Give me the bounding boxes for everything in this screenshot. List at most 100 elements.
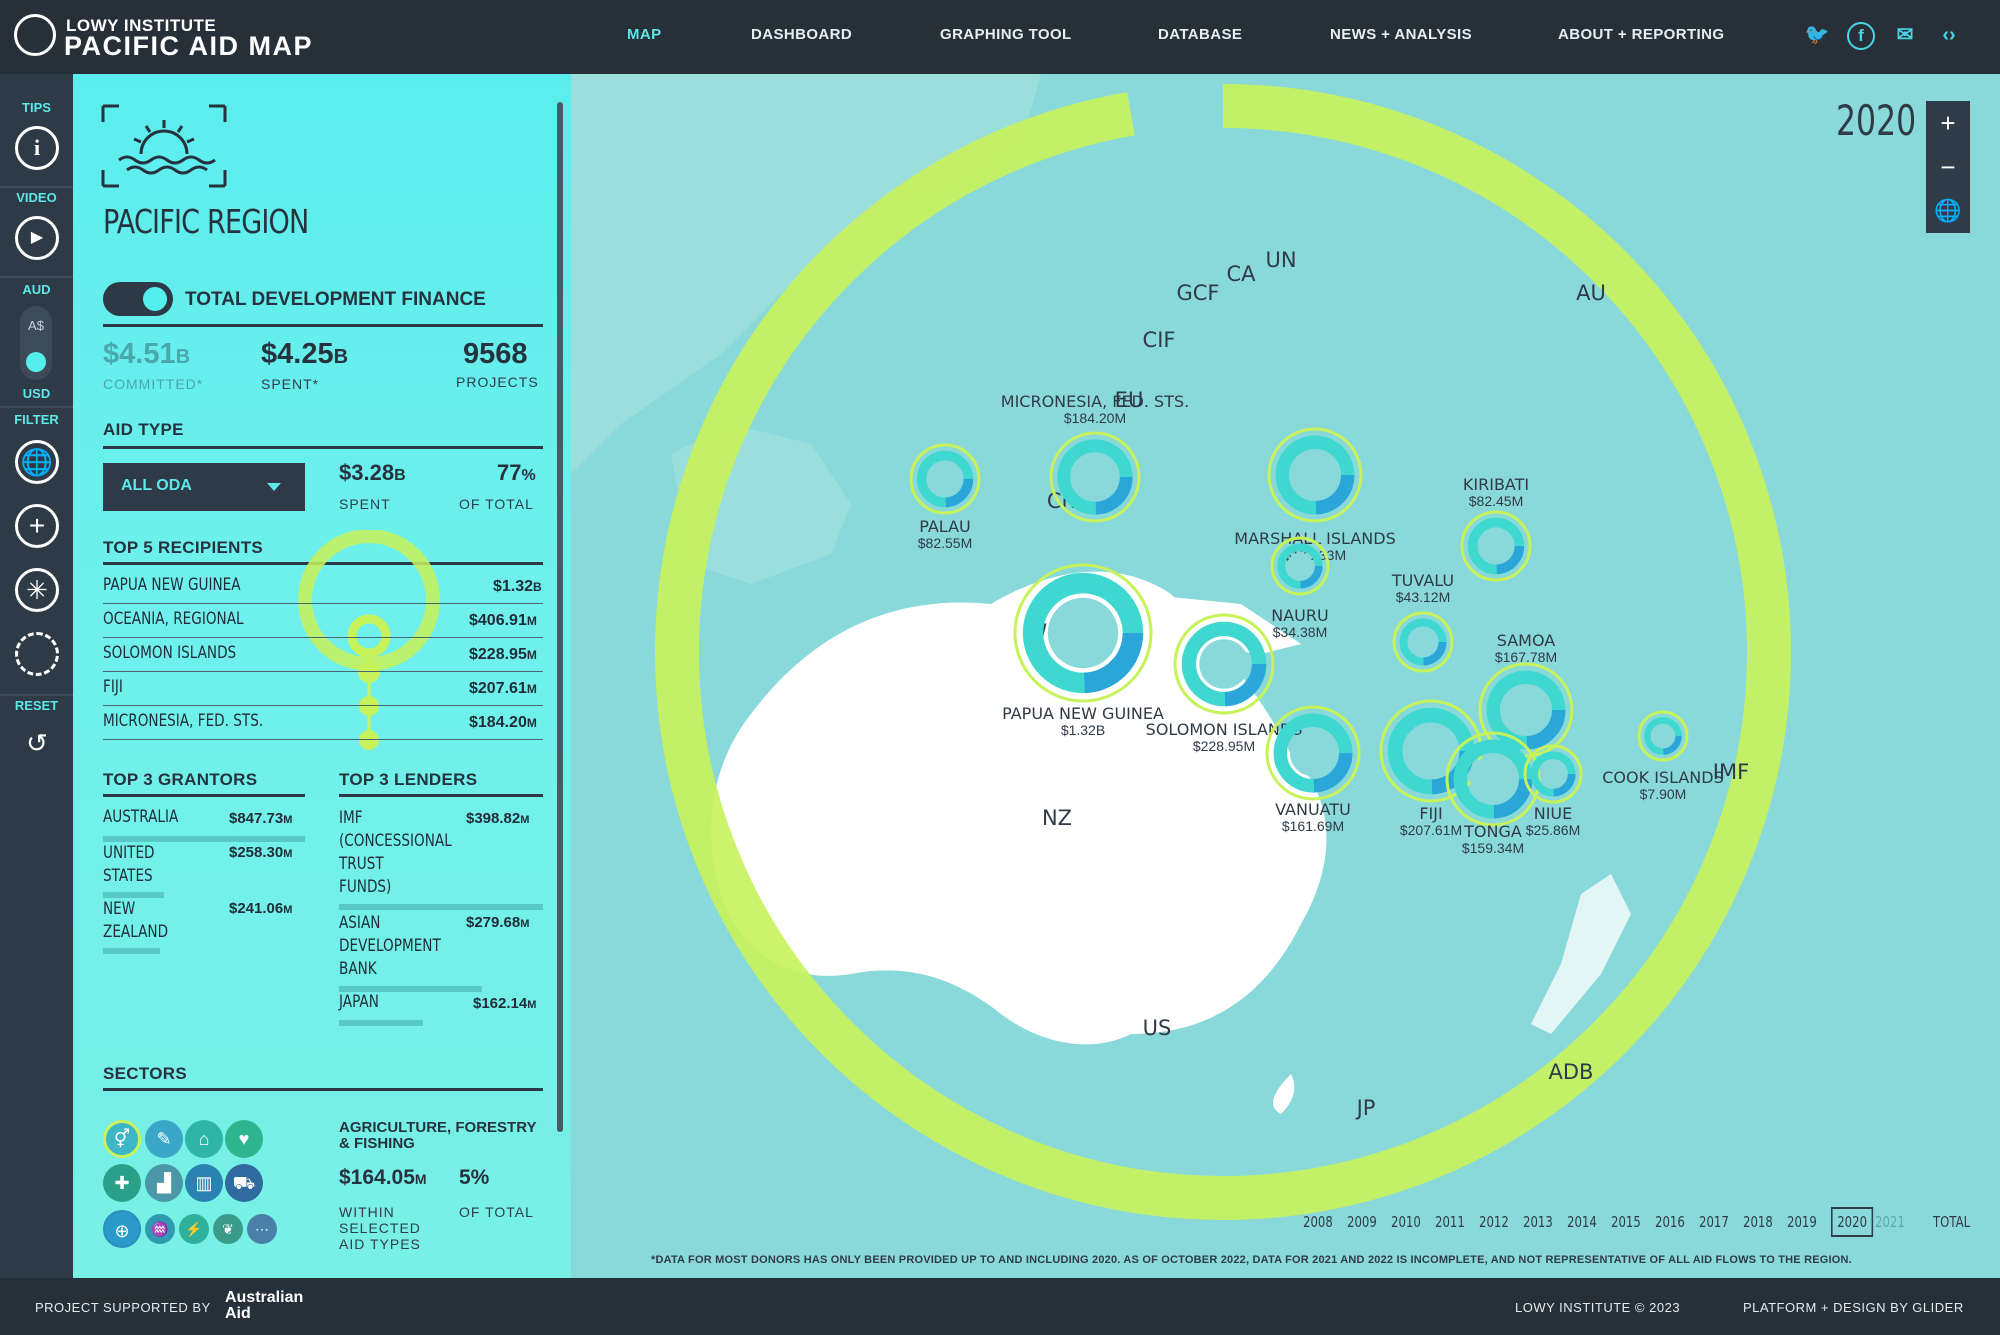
donor-label-us[interactable]: US xyxy=(1143,1016,1172,1040)
year-option-2019[interactable]: 2019 xyxy=(1787,1213,1817,1231)
lender-name[interactable]: IMF (CONCESSIONAL TRUST FUNDS) xyxy=(339,807,452,899)
year-option-2020[interactable]: 2020 xyxy=(1831,1207,1874,1237)
facebook-icon[interactable]: f xyxy=(1847,22,1875,50)
currency-toggle-knob xyxy=(26,352,46,372)
add-filter-icon[interactable]: + xyxy=(15,504,59,548)
donor-label-au[interactable]: AU xyxy=(1576,281,1606,305)
play-icon[interactable]: ▶ xyxy=(15,216,59,260)
nav-graphing-tool[interactable]: GRAPHING TOOL xyxy=(940,26,1072,43)
recipient-bubble[interactable]: KIRIBATI$82.45M xyxy=(1460,475,1532,582)
embed-code-icon[interactable]: ‹› xyxy=(1935,22,1963,50)
year-option-2014[interactable]: 2014 xyxy=(1567,1213,1597,1231)
year-option-2012[interactable]: 2012 xyxy=(1479,1213,1509,1231)
nav-map[interactable]: MAP xyxy=(627,26,662,43)
year-option-2016[interactable]: 2016 xyxy=(1655,1213,1685,1231)
aud-label: AUD xyxy=(22,282,51,297)
sector-government-icon[interactable]: ⌂ xyxy=(185,1120,223,1158)
year-option-total[interactable]: TOTAL xyxy=(1933,1213,1970,1231)
recipient-value: $43.12M xyxy=(1396,589,1450,605)
donor-label-ca[interactable]: CA xyxy=(1226,262,1256,286)
usd-label: USD xyxy=(22,386,51,401)
year-option-2009[interactable]: 2009 xyxy=(1347,1213,1377,1231)
recipient-bubble[interactable]: COOK ISLANDS$7.90M xyxy=(1602,710,1724,802)
currency-toggle[interactable]: A$ xyxy=(20,306,52,380)
recipient-bubble[interactable]: PALAU$82.55M xyxy=(909,443,981,551)
recipient-bubble[interactable]: TUVALU$43.12M xyxy=(1391,571,1454,673)
recipient-value: $82.55M xyxy=(918,535,972,551)
year-option-2011[interactable]: 2011 xyxy=(1435,1213,1465,1231)
recipient-value: $1.32B xyxy=(493,578,542,595)
nav-dashboard[interactable]: DASHBOARD xyxy=(751,26,852,43)
loading-cycle-icon[interactable] xyxy=(15,632,59,676)
year-option-2018[interactable]: 2018 xyxy=(1743,1213,1773,1231)
year-option-2010[interactable]: 2010 xyxy=(1391,1213,1421,1231)
donor-label-gcf[interactable]: GCF xyxy=(1176,281,1219,305)
recipient-value: $228.95M xyxy=(1193,738,1255,754)
nav-database[interactable]: DATABASE xyxy=(1158,26,1242,43)
globe-reset-icon[interactable]: 🌐 xyxy=(1926,189,1970,233)
year-option-2015[interactable]: 2015 xyxy=(1611,1213,1641,1231)
recipient-value: $207.61M xyxy=(469,680,537,697)
recipient-center xyxy=(1291,451,1339,499)
year-option-2017[interactable]: 2017 xyxy=(1699,1213,1729,1231)
sector-transport-icon[interactable]: ⛟ xyxy=(225,1164,263,1202)
lowy-logo-icon[interactable] xyxy=(14,14,56,56)
year-option-2008[interactable]: 2008 xyxy=(1303,1213,1333,1231)
design-credit[interactable]: PLATFORM + DESIGN BY GLIDER xyxy=(1743,1300,1964,1315)
lender-name[interactable]: ASIAN DEVELOPMENT BANK xyxy=(339,912,441,981)
twitter-icon[interactable]: 🐦 xyxy=(1803,22,1831,50)
recipient-label: SAMOA xyxy=(1497,631,1556,650)
sector-energy-icon[interactable]: ⚡ xyxy=(179,1214,209,1244)
sector-gender-icon[interactable]: ⚥ xyxy=(103,1120,141,1158)
globe-filter-icon[interactable]: 🌐 xyxy=(15,440,59,484)
aid-type-dropdown[interactable]: ALL ODA xyxy=(103,463,305,511)
donor-label-cif[interactable]: CIF xyxy=(1143,328,1176,352)
toggle-knob xyxy=(143,287,167,311)
year-option-2021[interactable]: 2021 xyxy=(1875,1213,1905,1231)
recipient-name[interactable]: PAPUA NEW GUINEA xyxy=(103,575,241,595)
total-finance-toggle[interactable] xyxy=(103,282,173,316)
sector-water-icon[interactable]: ♒ xyxy=(145,1214,175,1244)
donor-label-jp[interactable]: JP xyxy=(1355,1096,1376,1120)
nav-about-reporting[interactable]: ABOUT + REPORTING xyxy=(1558,26,1724,43)
sector-agriculture-icon[interactable]: ❦ xyxy=(213,1214,243,1244)
sector-other-icon[interactable]: ⋯ xyxy=(247,1214,277,1244)
recipient-name[interactable]: FIJI xyxy=(103,677,123,697)
nav-news-analysis[interactable]: NEWS + ANALYSIS xyxy=(1330,26,1472,43)
grantor-name[interactable]: NEW ZEALAND xyxy=(103,898,168,944)
grantor-name[interactable]: UNITED STATES xyxy=(103,842,155,888)
grantor-name[interactable]: AUSTRALIA xyxy=(103,807,178,827)
zoom-out-button[interactable]: − xyxy=(1926,145,1970,189)
reset-icon[interactable]: ↺ xyxy=(15,724,59,768)
committed-label: COMMITTED* xyxy=(103,376,204,392)
lender-name[interactable]: JAPAN xyxy=(339,992,379,1012)
grantors-heading: TOP 3 GRANTORS xyxy=(103,770,258,789)
australian-aid-logo[interactable]: Australian Aid xyxy=(225,1290,325,1322)
rail-divider xyxy=(0,694,73,696)
recipient-bubble[interactable]: MICRONESIA, FED. STS.$184.20M xyxy=(1001,392,1189,523)
sector-infrastructure-icon[interactable]: ▥ xyxy=(185,1164,223,1202)
info-icon[interactable]: i xyxy=(15,126,59,170)
donor-label-adb[interactable]: ADB xyxy=(1549,1060,1594,1084)
sector-education-icon[interactable]: ✎ xyxy=(145,1120,183,1158)
logo-title[interactable]: PACIFIC AID MAP xyxy=(64,31,313,62)
map-canvas[interactable]: AUIMFADBJPUSNZWBCNEUCIFGCFCAUN MICRONESI… xyxy=(571,74,2000,1278)
recipient-name[interactable]: OCEANIA, REGIONAL xyxy=(103,609,244,629)
donor-label-nz[interactable]: NZ xyxy=(1042,806,1072,830)
sector-health-icon[interactable]: ♥ xyxy=(225,1120,263,1158)
sector-industry-icon[interactable]: ▟ xyxy=(145,1164,183,1202)
aid-pct-label: OF TOTAL xyxy=(459,496,534,512)
recipient-name[interactable]: SOLOMON ISLANDS xyxy=(103,643,236,663)
donor-label-un[interactable]: UN xyxy=(1265,248,1296,272)
recipient-bubble[interactable]: SAMOA$167.78M xyxy=(1478,631,1574,758)
sectors-wheel-icon[interactable]: ✳ xyxy=(15,568,59,612)
panel-scrollbar[interactable] xyxy=(557,102,563,1132)
sector-multisector-icon[interactable]: ⊕ xyxy=(103,1210,141,1248)
sector-humanitarian-icon[interactable]: ✚ xyxy=(103,1164,141,1202)
aid-map[interactable]: AU IMF ADB JP US NZ WB CN EU CIF GCF CA UN MICRONESI… xyxy=(571,74,2000,1278)
mail-icon[interactable]: ✉ xyxy=(1891,22,1919,50)
committed-value: $4.51B xyxy=(103,338,190,371)
recipient-name[interactable]: MICRONESIA, FED. STS. xyxy=(103,711,263,731)
zoom-in-button[interactable]: + xyxy=(1926,101,1970,145)
year-option-2013[interactable]: 2013 xyxy=(1523,1213,1553,1231)
